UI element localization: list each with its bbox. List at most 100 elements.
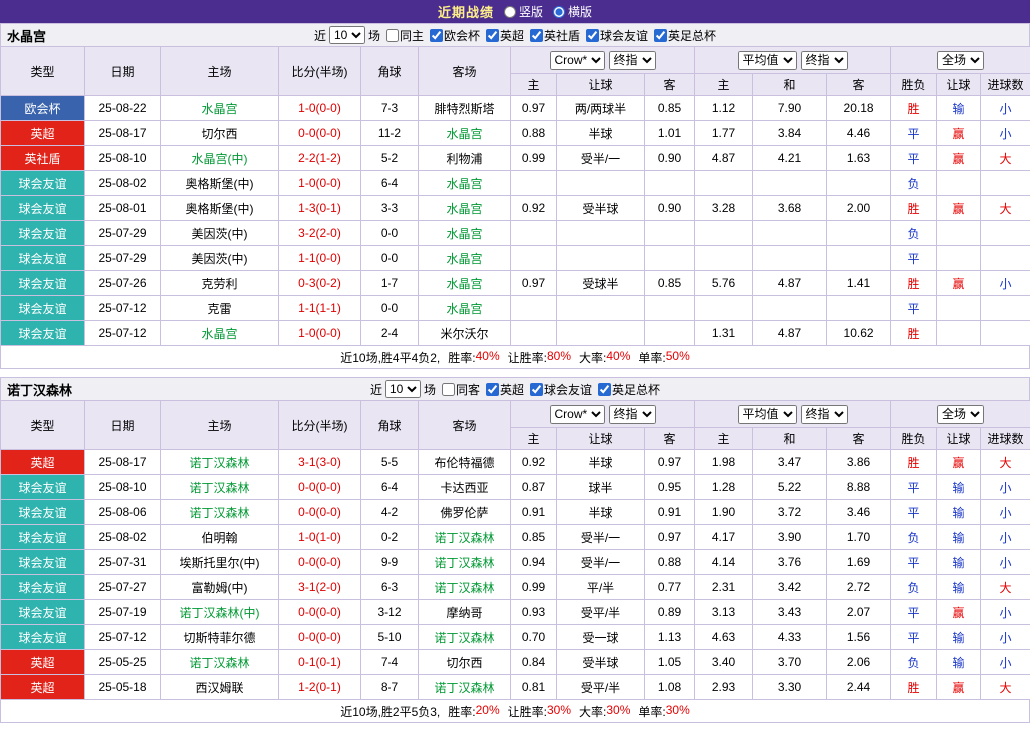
layout-horizontal-radio[interactable] <box>553 6 565 18</box>
home-team-cell[interactable]: 伯明翰 <box>161 525 279 550</box>
away-team-cell[interactable]: 水晶宫 <box>419 121 511 146</box>
odds-handicap-cell: 受球半 <box>557 271 645 296</box>
league-filter[interactable]: 英足总杯 <box>654 27 716 44</box>
away-team-cell[interactable]: 布伦特福德 <box>419 450 511 475</box>
home-team-cell[interactable]: 水晶宫 <box>161 321 279 346</box>
avg-source-select[interactable]: 平均值 <box>738 405 797 424</box>
league-filter[interactable]: 球会友谊 <box>530 381 592 398</box>
summary-stat: 让胜率:30% <box>508 703 571 720</box>
avg-stage-select[interactable]: 终指 <box>801 405 848 424</box>
goals-result-cell <box>981 246 1030 271</box>
odds-handicap-cell: 受半球 <box>557 650 645 675</box>
league-badge: 英超 <box>1 121 85 146</box>
home-team-cell[interactable]: 富勒姆(中) <box>161 575 279 600</box>
away-team-cell[interactable]: 诺丁汉森林 <box>419 575 511 600</box>
layout-vertical-option[interactable]: 竖版 <box>504 3 543 20</box>
match-count-select[interactable]: 10 <box>385 380 421 398</box>
summary-stat-label: 胜率: <box>448 703 475 720</box>
avg-away-cell: 10.62 <box>827 321 891 346</box>
odds-away-cell: 1.08 <box>645 675 695 700</box>
league-filter[interactable]: 欧会杯 <box>430 27 480 44</box>
home-team-cell[interactable]: 诺丁汉森林 <box>161 450 279 475</box>
scope-select[interactable]: 全场 <box>937 405 984 424</box>
league-filter-checkbox[interactable] <box>654 29 667 42</box>
league-filter[interactable]: 英超 <box>486 381 524 398</box>
league-filter-checkbox[interactable] <box>530 383 543 396</box>
home-team-cell[interactable]: 水晶宫 <box>161 96 279 121</box>
away-team-cell[interactable]: 水晶宫 <box>419 296 511 321</box>
away-team-cell[interactable]: 摩纳哥 <box>419 600 511 625</box>
home-team-cell[interactable]: 西汉姆联 <box>161 675 279 700</box>
same-venue-checkbox[interactable] <box>442 383 455 396</box>
odds-away-cell: 0.77 <box>645 575 695 600</box>
layout-horizontal-option[interactable]: 横版 <box>553 3 592 20</box>
summary-prefix: 近10场,胜4平4负2, <box>340 349 440 366</box>
away-team-cell[interactable]: 水晶宫 <box>419 221 511 246</box>
odds-away-cell: 0.88 <box>645 550 695 575</box>
avg-draw-cell: 3.84 <box>753 121 827 146</box>
odds-home-cell: 0.99 <box>511 575 557 600</box>
match-count-select[interactable]: 10 <box>329 26 365 44</box>
odds-stage-select[interactable]: 终指 <box>609 51 656 70</box>
away-team-cell[interactable]: 切尔西 <box>419 650 511 675</box>
layout-vertical-radio[interactable] <box>504 6 516 18</box>
away-team-cell[interactable]: 水晶宫 <box>419 171 511 196</box>
away-team-cell[interactable]: 诺丁汉森林 <box>419 525 511 550</box>
league-filter-checkbox[interactable] <box>486 383 499 396</box>
odds-source-select[interactable]: Crow* <box>550 51 605 70</box>
handicap-result-header: 让球 <box>937 74 981 96</box>
away-team-cell[interactable]: 诺丁汉森林 <box>419 625 511 650</box>
league-filter-checkbox[interactable] <box>598 383 611 396</box>
away-team-cell[interactable]: 水晶宫 <box>419 246 511 271</box>
home-team-cell[interactable]: 克雷 <box>161 296 279 321</box>
league-badge: 英超 <box>1 675 85 700</box>
table-row: 球会友谊25-07-12水晶宫1-0(0-0)2-4米尔沃尔1.314.8710… <box>1 321 1030 346</box>
league-filter-checkbox[interactable] <box>486 29 499 42</box>
home-team-cell[interactable]: 诺丁汉森林 <box>161 475 279 500</box>
same-venue-filter[interactable]: 同主 <box>386 27 424 44</box>
away-team-cell[interactable]: 腓特烈斯塔 <box>419 96 511 121</box>
avg-stage-select[interactable]: 终指 <box>801 51 848 70</box>
league-filter[interactable]: 英社盾 <box>530 27 580 44</box>
away-team-cell[interactable]: 诺丁汉森林 <box>419 675 511 700</box>
odds-stage-select[interactable]: 终指 <box>609 405 656 424</box>
date-cell: 25-08-02 <box>85 171 161 196</box>
home-team-cell[interactable]: 美因茨(中) <box>161 221 279 246</box>
date-cell: 25-08-17 <box>85 121 161 146</box>
league-filter-checkbox[interactable] <box>430 29 443 42</box>
avg-source-select[interactable]: 平均值 <box>738 51 797 70</box>
league-filter-checkbox[interactable] <box>586 29 599 42</box>
scope-select[interactable]: 全场 <box>937 51 984 70</box>
away-team-cell[interactable]: 佛罗伦萨 <box>419 500 511 525</box>
home-team-cell[interactable]: 克劳利 <box>161 271 279 296</box>
home-team-cell[interactable]: 诺丁汉森林 <box>161 500 279 525</box>
league-filter[interactable]: 英足总杯 <box>598 381 660 398</box>
home-team-cell[interactable]: 美因茨(中) <box>161 246 279 271</box>
section-gap <box>0 369 1030 377</box>
home-team-cell[interactable]: 水晶宫(中) <box>161 146 279 171</box>
home-team-cell[interactable]: 奥格斯堡(中) <box>161 196 279 221</box>
home-team-cell[interactable]: 埃斯托里尔(中) <box>161 550 279 575</box>
away-team-cell[interactable]: 水晶宫 <box>419 271 511 296</box>
same-venue-filter[interactable]: 同客 <box>442 381 480 398</box>
away-team-cell[interactable]: 利物浦 <box>419 146 511 171</box>
away-team-cell[interactable]: 米尔沃尔 <box>419 321 511 346</box>
odds-home-cell: 0.97 <box>511 271 557 296</box>
league-filter[interactable]: 英超 <box>486 27 524 44</box>
league-filter[interactable]: 球会友谊 <box>586 27 648 44</box>
near-label: 近 <box>370 381 382 398</box>
summary-stat-value: 20% <box>476 703 500 720</box>
corner-cell: 0-0 <box>361 221 419 246</box>
away-team-cell[interactable]: 水晶宫 <box>419 196 511 221</box>
home-team-cell[interactable]: 切尔西 <box>161 121 279 146</box>
home-team-cell[interactable]: 诺丁汉森林 <box>161 650 279 675</box>
same-venue-checkbox[interactable] <box>386 29 399 42</box>
odds-source-select[interactable]: Crow* <box>550 405 605 424</box>
league-filter-label: 英足总杯 <box>612 381 660 398</box>
home-team-cell[interactable]: 奥格斯堡(中) <box>161 171 279 196</box>
home-team-cell[interactable]: 切斯特菲尔德 <box>161 625 279 650</box>
away-team-cell[interactable]: 卡达西亚 <box>419 475 511 500</box>
away-team-cell[interactable]: 诺丁汉森林 <box>419 550 511 575</box>
home-team-cell[interactable]: 诺丁汉森林(中) <box>161 600 279 625</box>
league-filter-checkbox[interactable] <box>530 29 543 42</box>
